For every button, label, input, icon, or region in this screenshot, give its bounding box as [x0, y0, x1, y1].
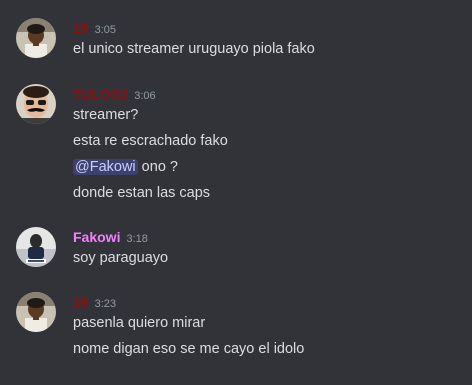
username[interactable]: TULOS2: [73, 84, 128, 104]
username[interactable]: Fakowi: [73, 227, 120, 247]
message-text: pasenla quiero mirar: [73, 315, 206, 331]
user-mention[interactable]: @Fakowi: [73, 159, 138, 175]
message-text: soy paraguayo: [73, 250, 169, 266]
avatar[interactable]: [16, 227, 56, 267]
message-text: @Fakowi ono ?: [73, 157, 178, 177]
avatar[interactable]: [16, 18, 56, 58]
timestamp[interactable]: 3:18: [126, 229, 147, 249]
username[interactable]: 19: [73, 292, 89, 312]
avatar[interactable]: [16, 84, 56, 124]
message-header: 19 3:23: [73, 292, 116, 312]
message-text: esta re escrachado fako: [73, 133, 228, 149]
message-text: el unico streamer uruguayo piola fako: [73, 41, 315, 57]
message-text: nome digan eso se me cayo el idolo: [73, 341, 305, 357]
message-text: donde estan las caps: [73, 185, 211, 201]
message-header: Fakowi 3:18: [73, 227, 148, 247]
message-header: 19 3:05: [73, 18, 116, 38]
message-text-rest: ono ?: [137, 159, 178, 175]
message-header: TULOS2 3:06: [73, 84, 156, 104]
timestamp[interactable]: 3:05: [95, 20, 116, 40]
username[interactable]: 19: [73, 18, 89, 38]
timestamp[interactable]: 3:06: [134, 86, 155, 106]
timestamp[interactable]: 3:23: [95, 294, 116, 314]
avatar[interactable]: [16, 292, 56, 332]
message-text: streamer?: [73, 107, 139, 123]
chat-messages: 19 3:05 el unico streamer uruguayo piola…: [0, 0, 472, 385]
